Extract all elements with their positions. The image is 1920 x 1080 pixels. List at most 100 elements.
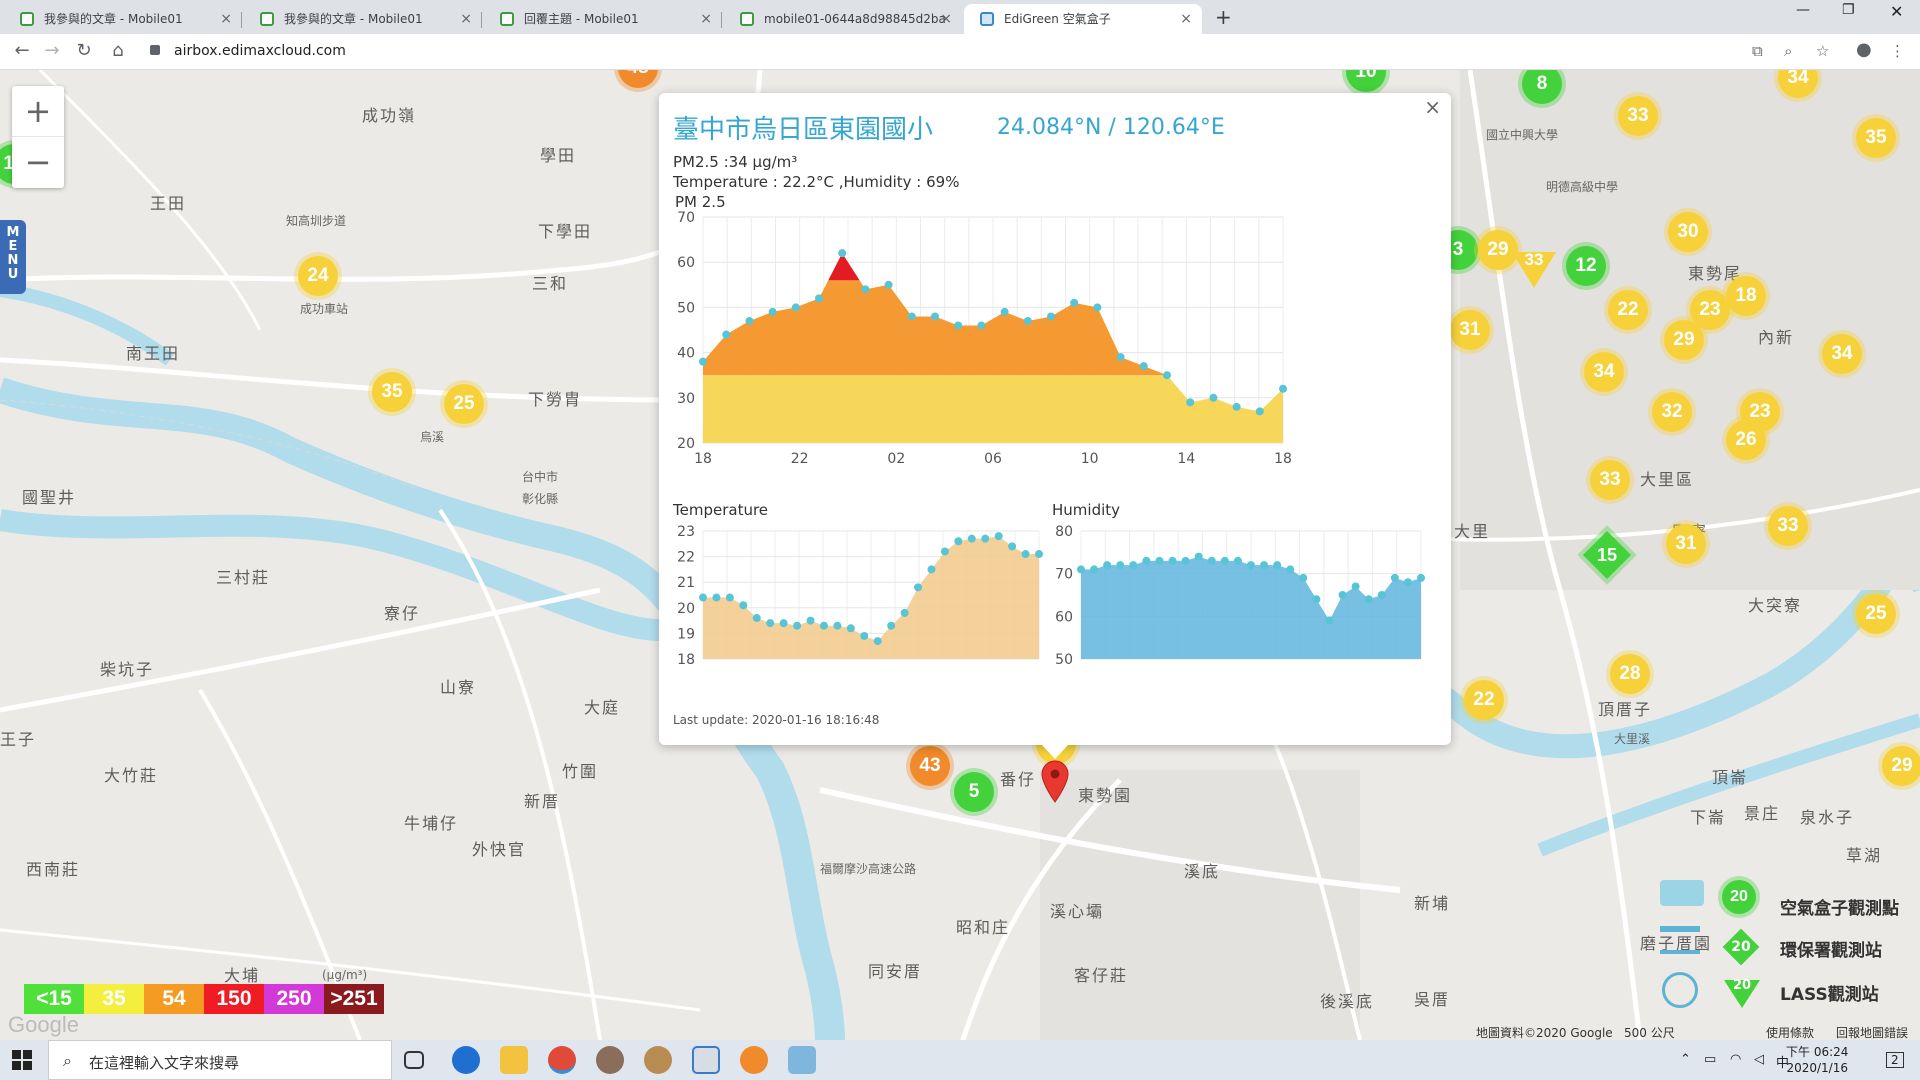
place-label: 王子 bbox=[0, 730, 37, 749]
pm25-marker[interactable]: 28 bbox=[1610, 654, 1650, 694]
pm25-marker[interactable]: 33 bbox=[1618, 96, 1658, 136]
pm25-marker[interactable]: 22 bbox=[1464, 680, 1504, 720]
taskbar-search-box[interactable]: ⌕ 在這裡輸入文字來搜尋 bbox=[48, 1040, 392, 1080]
pm25-marker[interactable]: 35 bbox=[372, 372, 412, 412]
pm25-marker[interactable]: 31 bbox=[1450, 310, 1490, 350]
tab-4-active[interactable]: EdiGreen 空氣盒子 × bbox=[964, 4, 1202, 34]
place-label: 成功嶺 bbox=[362, 106, 417, 125]
place-label: 成功車站 bbox=[300, 302, 349, 316]
file-explorer-icon[interactable] bbox=[500, 1046, 528, 1074]
place-label: 南王田 bbox=[126, 344, 181, 363]
pm25-marker[interactable]: 31 bbox=[1666, 524, 1706, 564]
back-icon[interactable]: ← bbox=[10, 40, 34, 61]
place-label: 內新 bbox=[1758, 328, 1795, 347]
windows-start-icon[interactable] bbox=[12, 1050, 32, 1070]
pm25-marker[interactable]: 25 bbox=[444, 384, 484, 424]
menu-button[interactable]: M E N U bbox=[0, 220, 26, 294]
minimize-icon[interactable]: — bbox=[1796, 2, 1810, 18]
legend-item: 150 bbox=[204, 984, 264, 1014]
zoom-in-button[interactable]: + bbox=[12, 86, 64, 137]
data-point bbox=[838, 249, 847, 258]
data-point bbox=[846, 624, 855, 633]
new-tab-button[interactable]: + bbox=[1215, 4, 1232, 30]
pm25-marker[interactable]: 34 bbox=[1822, 334, 1862, 374]
edigreen-favicon-icon bbox=[980, 12, 994, 26]
app-icon[interactable] bbox=[692, 1046, 720, 1074]
app-icon[interactable] bbox=[740, 1046, 768, 1074]
pm25-marker[interactable]: 24 bbox=[298, 256, 338, 296]
zoom-out-button[interactable]: − bbox=[12, 137, 64, 188]
pm25-marker[interactable]: 43 bbox=[910, 746, 950, 786]
pm25-marker[interactable]: 34 bbox=[1584, 352, 1624, 392]
translate-icon[interactable]: ⧉ bbox=[1752, 42, 1763, 60]
bookmark-star-icon[interactable]: ☆ bbox=[1816, 42, 1829, 60]
system-clock[interactable]: 下午 06:24 2020/1/16 bbox=[1786, 1044, 1848, 1076]
close-tab-icon[interactable]: × bbox=[220, 4, 232, 34]
notification-center-icon[interactable]: 2 bbox=[1886, 1052, 1904, 1068]
app-icon[interactable] bbox=[788, 1046, 816, 1074]
data-point bbox=[1417, 573, 1425, 582]
more-menu-icon[interactable]: ⋮ bbox=[1890, 42, 1905, 60]
tab-2[interactable]: 回覆主題 - Mobile01 × bbox=[484, 4, 722, 34]
home-icon[interactable]: ⌂ bbox=[106, 40, 130, 61]
edge-browser-icon[interactable] bbox=[452, 1046, 480, 1074]
app-icon[interactable] bbox=[644, 1046, 672, 1074]
terms-link[interactable]: 使用條款 bbox=[1766, 1024, 1814, 1041]
tab-title: 我參與的文章 - Mobile01 bbox=[44, 12, 183, 26]
pm25-marker[interactable]: 33 bbox=[1590, 460, 1630, 500]
address-bar[interactable]: airbox.edimaxcloud.com bbox=[140, 38, 1780, 66]
task-view-icon[interactable] bbox=[404, 1051, 424, 1069]
pm25-marker[interactable]: 22 bbox=[1608, 290, 1648, 330]
pm25-marker[interactable]: 18 bbox=[1726, 276, 1766, 316]
tab-3[interactable]: mobile01-0644a8d98845d2ba × bbox=[724, 4, 962, 34]
y-tick-label: 22 bbox=[677, 550, 695, 566]
network-icon[interactable]: ◠ bbox=[1730, 1052, 1741, 1067]
temperature-chart: 18 19 20 21 22 23 bbox=[677, 524, 1043, 668]
legend-item: 54 bbox=[144, 984, 204, 1014]
place-label: 山寮 bbox=[440, 678, 477, 697]
pm25-marker[interactable]: 5 bbox=[954, 772, 994, 812]
legend-unit: (μg/m³) bbox=[322, 968, 368, 982]
pm25-marker[interactable]: 35 bbox=[1856, 118, 1896, 158]
volume-icon[interactable]: ◁ bbox=[1754, 1052, 1764, 1067]
pm25-marker[interactable]: 33 bbox=[1768, 506, 1808, 546]
data-point bbox=[833, 621, 842, 630]
close-tab-icon[interactable]: × bbox=[940, 4, 952, 34]
pm25-marker[interactable]: 26 bbox=[1726, 420, 1766, 460]
restore-icon[interactable]: ❐ bbox=[1842, 2, 1855, 18]
place-label: 溪心壩 bbox=[1050, 902, 1105, 921]
tab-1[interactable]: 我參與的文章 - Mobile01 × bbox=[244, 4, 482, 34]
close-window-icon[interactable]: ✕ bbox=[1890, 2, 1903, 21]
report-error-link[interactable]: 回報地圖錯誤 bbox=[1836, 1024, 1908, 1041]
pm25-marker[interactable]: 29 bbox=[1882, 746, 1920, 786]
close-popup-button[interactable]: × bbox=[1424, 95, 1441, 119]
place-label: 竹圍 bbox=[562, 762, 599, 781]
close-tab-icon[interactable]: × bbox=[700, 4, 712, 34]
battery-icon[interactable]: ▭ bbox=[1704, 1052, 1716, 1067]
chrome-icon[interactable] bbox=[548, 1046, 576, 1074]
data-point bbox=[1255, 407, 1264, 416]
app-icon[interactable] bbox=[596, 1046, 624, 1074]
pm25-chart: 20 30 40 50 60 70 18 22 02 06 10 14 18 bbox=[677, 210, 1292, 467]
pm25-marker[interactable]: 12 bbox=[1566, 246, 1606, 286]
pm25-marker[interactable]: 30 bbox=[1668, 212, 1708, 252]
y-tick-label: 20 bbox=[677, 436, 695, 452]
pm25-marker[interactable]: 29 bbox=[1664, 320, 1704, 360]
tab-0[interactable]: 我參與的文章 - Mobile01 × bbox=[4, 4, 242, 34]
y-tick-label: 19 bbox=[677, 626, 695, 642]
tray-expand-icon[interactable]: ⌃ bbox=[1680, 1052, 1691, 1067]
place-label: 客仔莊 bbox=[1074, 966, 1129, 985]
location-pin-icon[interactable] bbox=[1040, 760, 1070, 804]
close-tab-icon[interactable]: × bbox=[460, 4, 472, 34]
forward-icon[interactable]: → bbox=[40, 40, 64, 61]
profile-icon[interactable]: ● bbox=[1856, 39, 1872, 60]
place-label: 大突寮 bbox=[1748, 596, 1803, 615]
reload-icon[interactable]: ↻ bbox=[72, 40, 96, 61]
data-point bbox=[1325, 616, 1334, 625]
data-point bbox=[819, 621, 828, 630]
pm25-marker[interactable]: 25 bbox=[1856, 594, 1896, 634]
close-tab-icon[interactable]: × bbox=[1180, 4, 1192, 34]
pm25-marker[interactable]: 32 bbox=[1652, 392, 1692, 432]
zoom-icon[interactable]: ⌕ bbox=[1784, 42, 1792, 60]
mobile01-favicon-icon bbox=[500, 12, 514, 26]
